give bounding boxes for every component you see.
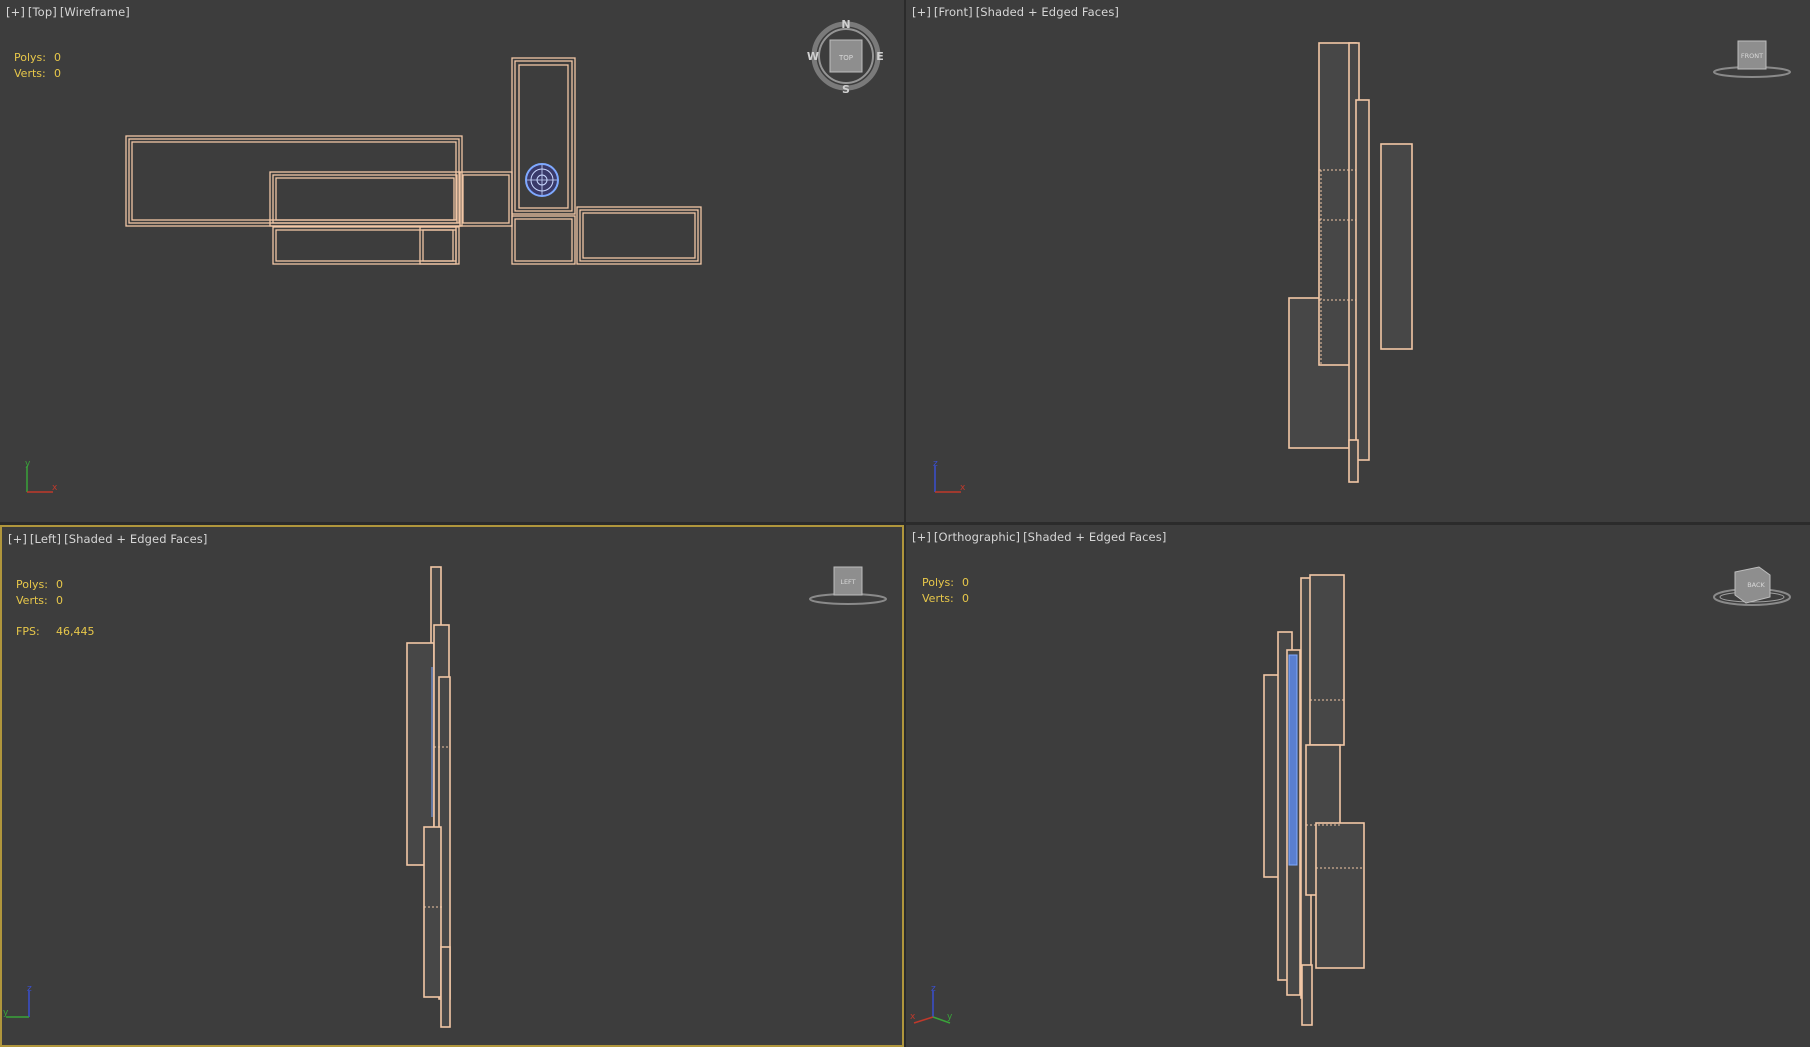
axis-y-label: y [947,1012,953,1022]
viewcube-left[interactable]: LEFT [809,566,887,605]
top-wireframe-geometry[interactable] [125,57,702,265]
viewcube-left-text: LEFT [840,578,855,586]
axis-tripod: z y [3,984,32,1018]
axis-tripod: y x [25,459,58,493]
compass-west: W [807,50,819,63]
axis-tripod: z x [933,459,966,493]
compass-east: E [876,50,884,63]
orthographic-scene[interactable]: BACK z x y [906,525,1810,1047]
viewport-front[interactable]: [+] [Front] [Shaded + Edged Faces] FRONT z… [906,0,1810,522]
ortho-selected-panel[interactable] [1288,654,1298,866]
axis-z-label: z [933,459,938,469]
compass-south: S [842,83,850,96]
axis-z-label: z [27,984,32,994]
left-scene[interactable]: LEFT z y [2,527,902,1045]
axis-z-label: z [931,984,936,994]
front-geometry[interactable] [1288,42,1413,483]
left-geometry[interactable] [406,566,451,1028]
axis-y-label: y [3,1008,9,1018]
ortho-geometry[interactable] [1263,574,1365,1026]
viewport-top[interactable]: [+][Top][Wireframe] Polys:0 Verts:0 [0,0,904,522]
compass-north: N [841,18,850,31]
axis-x-label: x [910,1012,916,1022]
axis-y-label: y [25,459,31,469]
viewport-left[interactable]: [+] [Left] [Shaded + Edged Faces] Polys: 0 … [0,525,904,1047]
top-scene[interactable]: TOP N S E W y x [0,0,904,522]
viewcube-compass[interactable]: TOP N S E W [807,18,884,96]
axis-tripod: z x y [910,984,953,1024]
viewcube-front-text: FRONT [1741,52,1763,60]
viewcube-orthographic[interactable]: BACK [1713,566,1791,606]
viewcube-back-text: BACK [1747,581,1765,589]
viewport-orthographic[interactable]: [+] [Orthographic] [Shaded + Edged Faces] … [906,525,1810,1047]
axis-x-label: x [52,483,58,493]
viewcube-top-text: TOP [838,54,853,62]
axis-x-label: x [960,483,966,493]
viewcube-front[interactable]: FRONT [1713,40,1791,78]
front-scene[interactable]: FRONT z x [906,0,1810,522]
top-light-helper[interactable] [525,163,559,197]
